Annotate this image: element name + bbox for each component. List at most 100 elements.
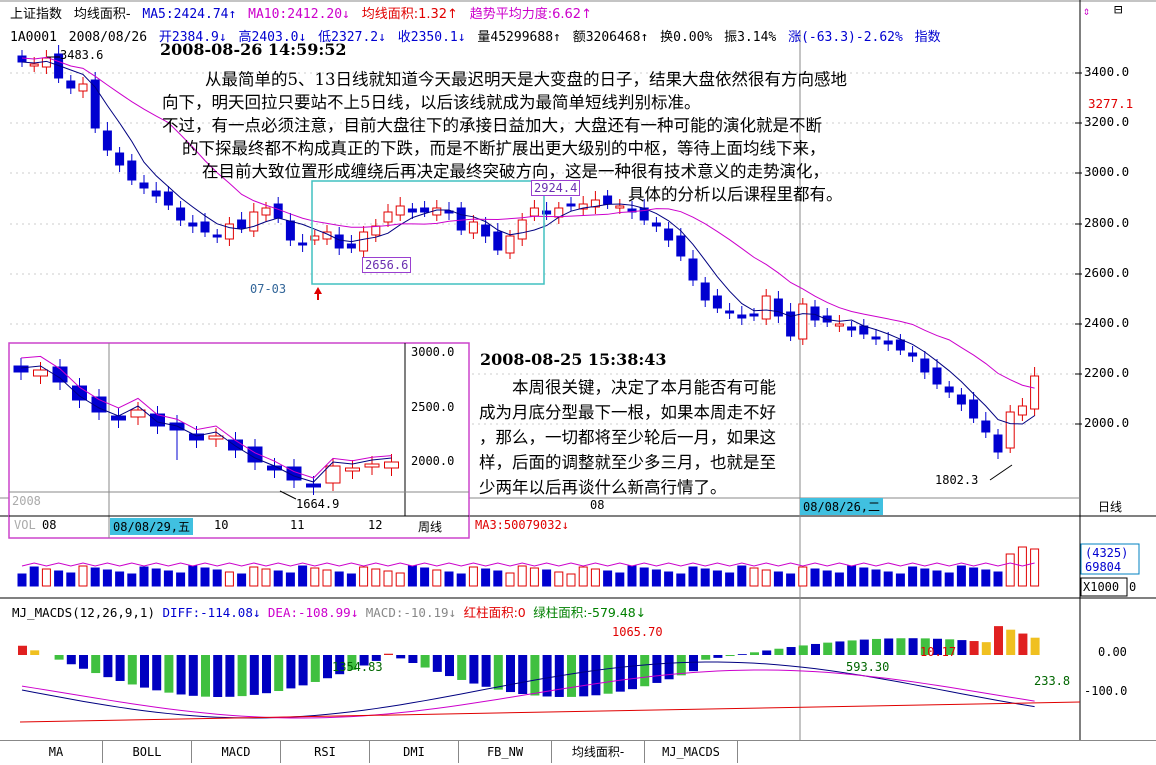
candle-body — [529, 207, 539, 217]
volume-bar — [639, 567, 649, 587]
volume-value: 量45299688↑ — [477, 30, 561, 45]
candle-body — [969, 399, 979, 419]
window-icon[interactable]: ⊟ — [1114, 2, 1122, 18]
pin-icon[interactable]: ⇕ — [1083, 4, 1090, 18]
volume-bar — [895, 573, 905, 587]
price-label-2600: 2600.0 — [1084, 265, 1130, 280]
inset-body — [306, 483, 321, 488]
candle-body — [932, 367, 942, 385]
macd-bar — [18, 645, 27, 655]
macd-bar — [188, 655, 198, 696]
tab-rsi[interactable]: RSI — [281, 741, 370, 763]
candle-body — [761, 295, 771, 320]
macd-header: MJ_MACDS(12,26,9,1) DIFF:-114.08↓ DEA:-1… — [12, 602, 646, 621]
macd-bar — [908, 638, 918, 655]
volume-bar — [115, 571, 125, 587]
macd-bar — [310, 655, 320, 682]
volume-ma3: MA3:50079032↓ — [475, 518, 569, 532]
annotation2-line-2: 成为月底分型最下一根，如果本周走不好 — [479, 403, 776, 422]
bottom-low-mark: 1802.3 — [935, 473, 979, 487]
volume-bar — [90, 567, 100, 587]
macd-bar — [115, 655, 125, 681]
tab-ma-area[interactable]: 均线面积- — [552, 741, 645, 763]
candle-body — [334, 234, 344, 249]
volume-bar — [261, 568, 271, 587]
macd-bar — [676, 655, 686, 676]
volume-bar — [139, 566, 149, 587]
macd-bar — [91, 655, 101, 674]
candle-body — [749, 313, 759, 317]
volume-bar — [1030, 548, 1040, 587]
macd-bar — [396, 655, 406, 659]
tab-fb-nw[interactable]: FB_NW — [459, 741, 552, 763]
candle-body — [456, 207, 466, 231]
candle-body — [700, 282, 710, 301]
volume-bar — [432, 569, 442, 587]
macd-value-2: 1065.70 — [612, 625, 663, 639]
macd-bar — [872, 638, 881, 655]
macd-bar — [652, 655, 662, 683]
volume-bar — [786, 573, 796, 587]
inset-body — [111, 415, 126, 421]
tab-mj-macds[interactable]: MJ_MACDS — [645, 741, 738, 763]
volume-bar — [554, 571, 564, 587]
index-title: 上证指数 — [10, 7, 63, 22]
inset-body — [72, 385, 87, 401]
volume-bar — [932, 570, 942, 587]
volume-bar — [224, 571, 234, 587]
inset-axis-2500: 2500.0 — [411, 400, 455, 414]
volume-bar — [847, 565, 857, 587]
macd-bar — [859, 639, 869, 655]
candle-body — [822, 315, 832, 323]
volume-bar — [969, 567, 979, 587]
volume-bar — [188, 565, 198, 587]
inset-axis-3000: 3000.0 — [411, 345, 455, 359]
annotation-line-6: 具体的分析以后课程里都有。 — [628, 185, 843, 204]
volume-bar — [102, 569, 112, 587]
macd-bar — [969, 641, 979, 655]
volume-bar — [127, 573, 137, 587]
month-label: 08 — [590, 498, 605, 512]
volume-unit: X1000 — [1083, 580, 1120, 594]
macd-bar — [469, 655, 479, 684]
stock-code: 1A0001 — [10, 30, 57, 45]
tab-ma[interactable]: MA — [10, 741, 103, 763]
volume-bar — [481, 568, 491, 587]
tab-macd[interactable]: MACD — [192, 741, 281, 763]
volume-bar — [529, 567, 539, 587]
candle-body — [603, 195, 613, 205]
candle-body — [468, 221, 478, 234]
volume-bar — [651, 569, 661, 587]
trend-value: 趋势平均力度:6.62↑ — [469, 7, 592, 22]
macd-bar — [981, 642, 991, 655]
volume-bar — [322, 569, 332, 587]
candle-body — [346, 243, 356, 249]
tab-boll[interactable]: BOLL — [103, 741, 192, 763]
mode-label: 指数 — [914, 30, 941, 45]
volume-bar — [822, 570, 832, 587]
close-value: 收2350.1↓ — [397, 30, 466, 45]
tab-dmi[interactable]: DMI — [370, 741, 459, 763]
inset-low-mark: 1664.9 — [296, 497, 340, 511]
candle-body — [505, 235, 515, 254]
candle-body — [810, 306, 820, 321]
area-value: 均线面积:1.32↑ — [361, 7, 458, 22]
high-mark: 3483.6 — [60, 48, 104, 62]
inset-month-08: 08 — [42, 518, 57, 532]
macd-bar — [274, 655, 284, 692]
candle-body — [920, 358, 930, 373]
price-label-2200: 2200.0 — [1084, 365, 1130, 380]
macd-bar — [579, 655, 589, 697]
candle-body — [712, 295, 722, 309]
candle-body — [615, 205, 625, 209]
volume-bar — [981, 569, 991, 587]
volume-bar — [883, 571, 893, 587]
volume-bar — [688, 566, 698, 587]
annotation-line-4: 的下探最终都不构成真正的下跌，而是不断扩展出更大级别的中枢，等待上面均线下来， — [182, 139, 826, 158]
macd-bar — [542, 655, 552, 697]
annotation2-line-3: ，那么，一切都将至少轮后一月，如果这 — [479, 428, 776, 447]
macd-value-4: 10.17 — [920, 645, 957, 659]
candle-body — [383, 211, 393, 223]
annotation-line-3: 不过，有一点必须注意，目前大盘往下的承接日益加大，大盘还有一种可能的演化就是不断 — [162, 116, 822, 135]
macd-bar — [54, 655, 64, 660]
